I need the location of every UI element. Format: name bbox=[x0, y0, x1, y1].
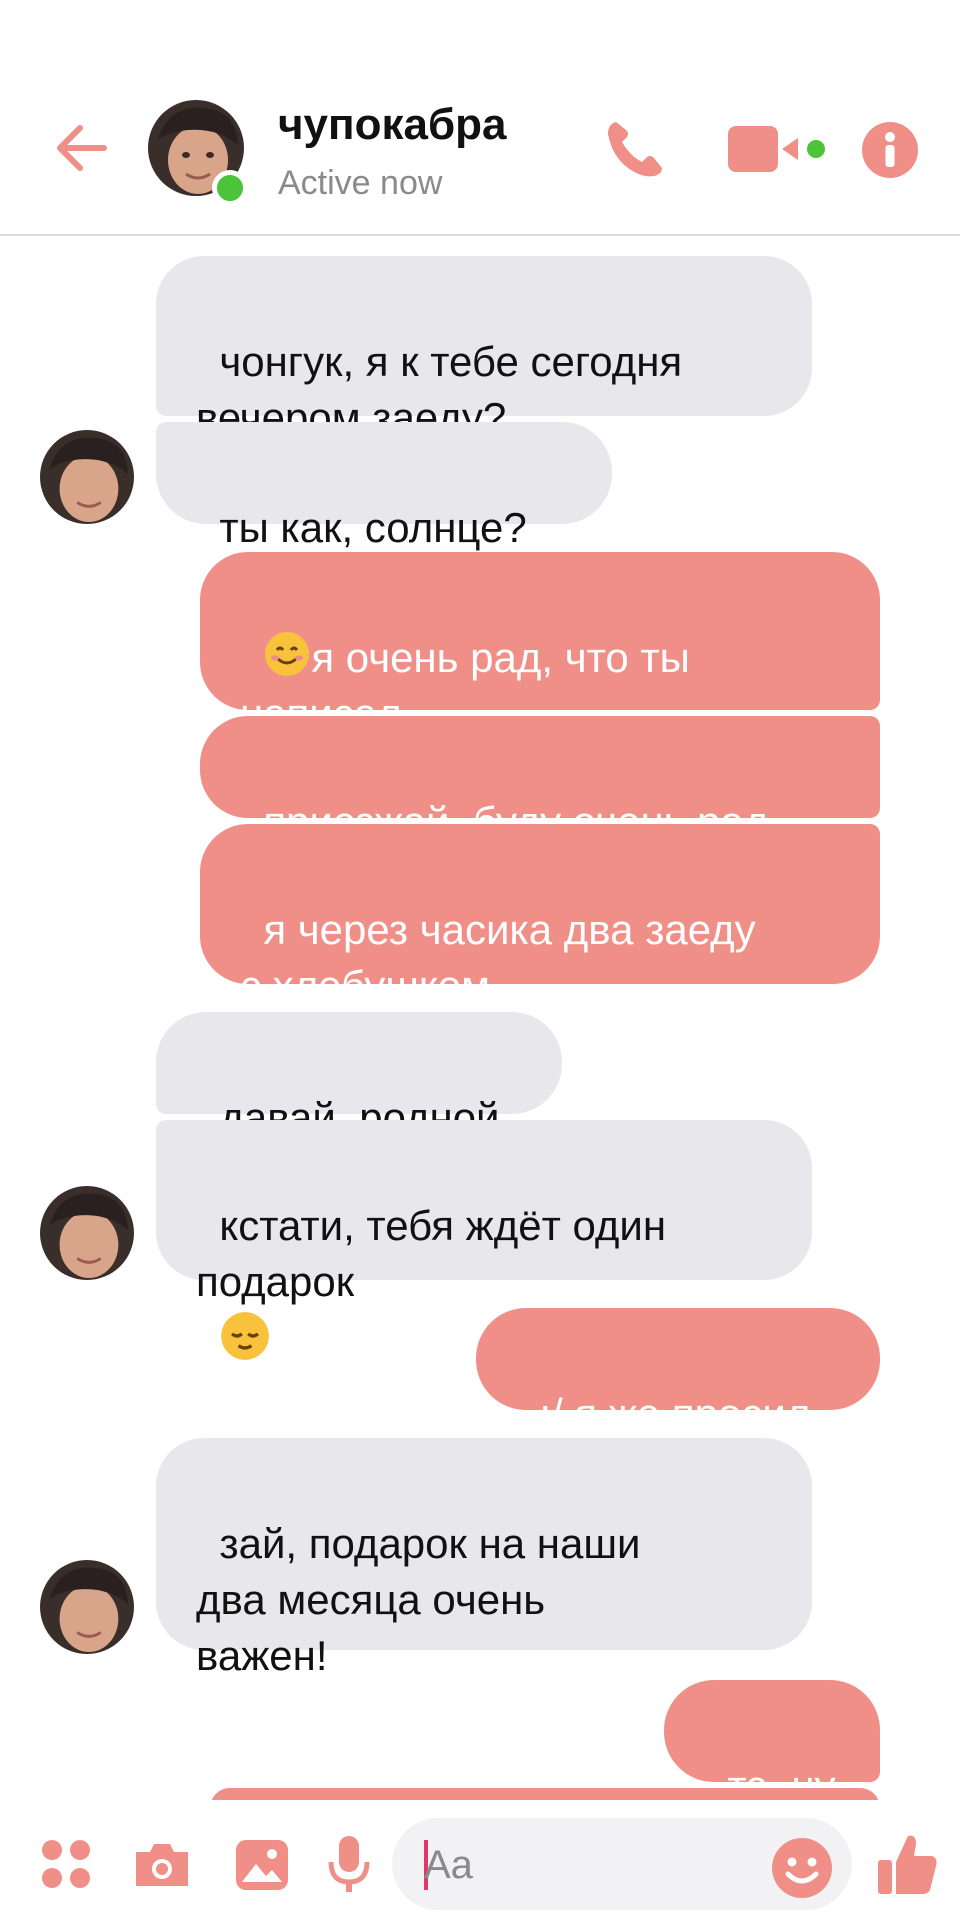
back-arrow-icon[interactable] bbox=[52, 118, 112, 178]
video-camera-icon[interactable] bbox=[728, 126, 828, 172]
message-incoming[interactable]: кстати, тебя ждёт один подарок bbox=[156, 1120, 812, 1360]
contact-avatar-small[interactable] bbox=[40, 1186, 134, 1280]
contact-name: чупокабра bbox=[278, 100, 507, 149]
message-text: зай, подарок на наши два месяца очень ва… bbox=[196, 1520, 641, 1679]
message-input-placeholder: Aa bbox=[424, 1843, 473, 1887]
message-text: кстати, тебя ждёт один подарок bbox=[196, 1202, 667, 1305]
microphone-icon[interactable] bbox=[326, 1834, 372, 1896]
message-text: :/ я же просил bbox=[539, 1390, 811, 1437]
contact-status: Active now bbox=[278, 164, 443, 202]
message-outgoing[interactable]: тэ, ну bbox=[664, 1680, 880, 1809]
emoji-icon[interactable] bbox=[770, 1836, 834, 1900]
gallery-icon[interactable] bbox=[234, 1838, 290, 1892]
contact-avatar-small[interactable] bbox=[40, 430, 134, 524]
apps-icon[interactable] bbox=[40, 1838, 92, 1890]
message-incoming[interactable]: зай, подарок на наши два месяца очень ва… bbox=[156, 1438, 812, 1679]
camera-icon[interactable] bbox=[132, 1840, 192, 1890]
message-outgoing[interactable]: приезжай, буду очень рад bbox=[200, 716, 880, 845]
message-incoming[interactable]: давай, родной bbox=[156, 1012, 562, 1141]
contact-avatar-small[interactable] bbox=[40, 1560, 134, 1654]
smiling-face-icon bbox=[265, 632, 310, 676]
online-status-dot bbox=[212, 170, 248, 206]
message-outgoing[interactable]: :/ я же просил bbox=[476, 1308, 880, 1437]
message-text: я через часика два заеду с хлебушком bbox=[240, 906, 756, 1009]
message-incoming[interactable]: ты как, солнце? bbox=[156, 422, 612, 551]
info-icon[interactable] bbox=[862, 122, 918, 178]
relieved-face-icon bbox=[221, 1312, 270, 1360]
thumbs-up-icon[interactable] bbox=[876, 1830, 940, 1898]
message-text: ты как, солнце? bbox=[219, 504, 527, 551]
phone-icon[interactable] bbox=[604, 118, 666, 180]
chat-header: чупокабра Active now bbox=[0, 0, 960, 236]
message-outgoing[interactable]: я очень рад, что ты написал bbox=[200, 552, 880, 737]
message-outgoing[interactable]: я через часика два заеду с хлебушком bbox=[200, 824, 880, 1009]
message-incoming[interactable]: чонгук, я к тебе сегодня вечером заеду? bbox=[156, 256, 812, 441]
